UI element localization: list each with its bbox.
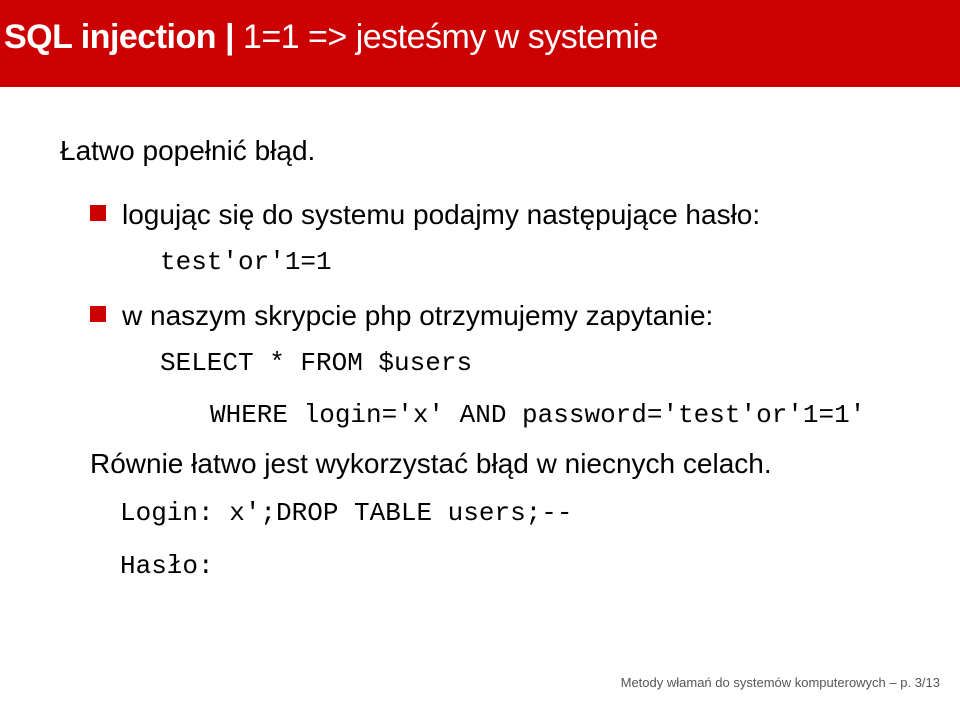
slide-header: SQL injection | 1=1 => jesteśmy w system… (0, 0, 960, 87)
bullet-item-1: logując się do systemu podajmy następują… (60, 195, 900, 234)
code-where: WHERE login='x' AND password='test'or'1=… (60, 397, 900, 435)
slide-footer: Metody włamań do systemów komputerowych … (621, 675, 940, 690)
title-separator: | (216, 18, 243, 56)
intro-text: Łatwo popełnić błąd. (60, 135, 900, 167)
title-sub: 1=1 => jesteśmy w systemie (243, 18, 658, 56)
bullet-item-2: w naszym skrypcie php otrzymujemy zapyta… (60, 296, 900, 335)
code-select: SELECT * FROM $users (60, 345, 900, 383)
square-bullet-icon (90, 306, 106, 322)
code-password: test'or'1=1 (60, 244, 900, 282)
slide-title: SQL injection | 1=1 => jesteśmy w system… (0, 18, 960, 57)
title-main: SQL injection (4, 18, 216, 56)
code-haslo: Hasło: (60, 547, 900, 586)
code-login: Login: x';DROP TABLE users;-- (60, 494, 900, 533)
bullet-text-1: logując się do systemu podajmy następują… (122, 195, 760, 234)
plain-text-1: Równie łatwo jest wykorzystać błąd w nie… (60, 448, 900, 480)
bullet-text-2: w naszym skrypcie php otrzymujemy zapyta… (122, 296, 713, 335)
square-bullet-icon (90, 205, 106, 221)
slide-content: Łatwo popełnić błąd. logując się do syst… (0, 87, 960, 586)
